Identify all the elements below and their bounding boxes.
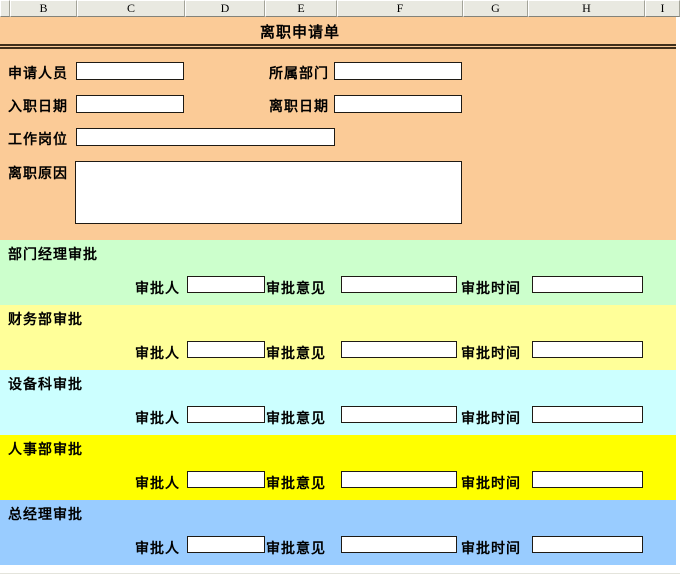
time-label: 审批时间: [461, 408, 521, 428]
approver-label: 审批人: [135, 343, 180, 363]
section-title-finance: 财务部审批: [8, 309, 83, 329]
dept-manager-approver-input[interactable]: [187, 276, 265, 293]
column-header-i[interactable]: I: [645, 0, 680, 17]
position-input[interactable]: [76, 128, 335, 146]
equipment-approver-input[interactable]: [187, 406, 265, 423]
section-title-equipment: 设备科审批: [8, 374, 83, 394]
spreadsheet-form: B C D E F G H I 离职申请单 申请人员 所属部门 入职日期 离职日…: [0, 0, 680, 575]
equipment-opinion-input[interactable]: [341, 406, 457, 423]
opinion-label: 审批意见: [266, 473, 326, 493]
reason-label: 离职原因: [8, 163, 68, 183]
opinion-label: 审批意见: [266, 343, 326, 363]
column-header-c[interactable]: C: [77, 0, 185, 17]
opinion-label: 审批意见: [266, 408, 326, 428]
opinion-label: 审批意见: [266, 538, 326, 558]
section-title-dept-manager: 部门经理审批: [8, 244, 98, 264]
column-header-g[interactable]: G: [463, 0, 528, 17]
form-title: 离职申请单: [0, 21, 600, 42]
finance-time-input[interactable]: [532, 341, 643, 358]
general-manager-approver-input[interactable]: [187, 536, 265, 553]
section-general-manager-approval: 总经理审批 审批人 审批意见 审批时间: [0, 500, 676, 565]
hr-time-input[interactable]: [532, 471, 643, 488]
hr-approver-input[interactable]: [187, 471, 265, 488]
section-finance-approval: 财务部审批 审批人 审批意见 审批时间: [0, 305, 676, 370]
finance-approver-input[interactable]: [187, 341, 265, 358]
time-label: 审批时间: [461, 473, 521, 493]
approver-label: 审批人: [135, 538, 180, 558]
dept-manager-opinion-input[interactable]: [341, 276, 457, 293]
approver-label: 审批人: [135, 278, 180, 298]
opinion-label: 审批意见: [266, 278, 326, 298]
general-manager-opinion-input[interactable]: [341, 536, 457, 553]
time-label: 审批时间: [461, 278, 521, 298]
equipment-time-input[interactable]: [532, 406, 643, 423]
time-label: 审批时间: [461, 538, 521, 558]
column-header-b[interactable]: B: [10, 0, 77, 17]
leave-date-label: 离职日期: [269, 96, 329, 116]
department-input[interactable]: [334, 62, 462, 80]
hire-date-input[interactable]: [76, 95, 184, 113]
finance-opinion-input[interactable]: [341, 341, 457, 358]
column-header-f[interactable]: F: [337, 0, 463, 17]
section-title-hr: 人事部审批: [8, 439, 83, 459]
column-header-row: B C D E F G H I: [0, 0, 680, 17]
position-label: 工作岗位: [8, 129, 68, 149]
column-header-h[interactable]: H: [528, 0, 645, 17]
approver-label: 审批人: [135, 473, 180, 493]
general-manager-time-input[interactable]: [532, 536, 643, 553]
hr-opinion-input[interactable]: [341, 471, 457, 488]
reason-textarea[interactable]: [75, 161, 462, 224]
hire-date-label: 入职日期: [8, 96, 68, 116]
leave-date-input[interactable]: [334, 95, 462, 113]
approver-label: 审批人: [135, 408, 180, 428]
applicant-input[interactable]: [76, 62, 184, 80]
dept-manager-time-input[interactable]: [532, 276, 643, 293]
title-double-rule: [0, 44, 676, 49]
time-label: 审批时间: [461, 343, 521, 363]
department-label: 所属部门: [269, 63, 329, 83]
column-header-d[interactable]: D: [185, 0, 265, 17]
gridline: [0, 573, 680, 574]
column-header-a-sliver[interactable]: [0, 0, 10, 17]
section-equipment-approval: 设备科审批 审批人 审批意见 审批时间: [0, 370, 676, 435]
column-header-e[interactable]: E: [265, 0, 337, 17]
applicant-label: 申请人员: [8, 63, 68, 83]
section-hr-approval: 人事部审批 审批人 审批意见 审批时间: [0, 435, 676, 500]
section-dept-manager-approval: 部门经理审批 审批人 审批意见 审批时间: [0, 240, 676, 305]
section-title-general-manager: 总经理审批: [8, 504, 83, 524]
